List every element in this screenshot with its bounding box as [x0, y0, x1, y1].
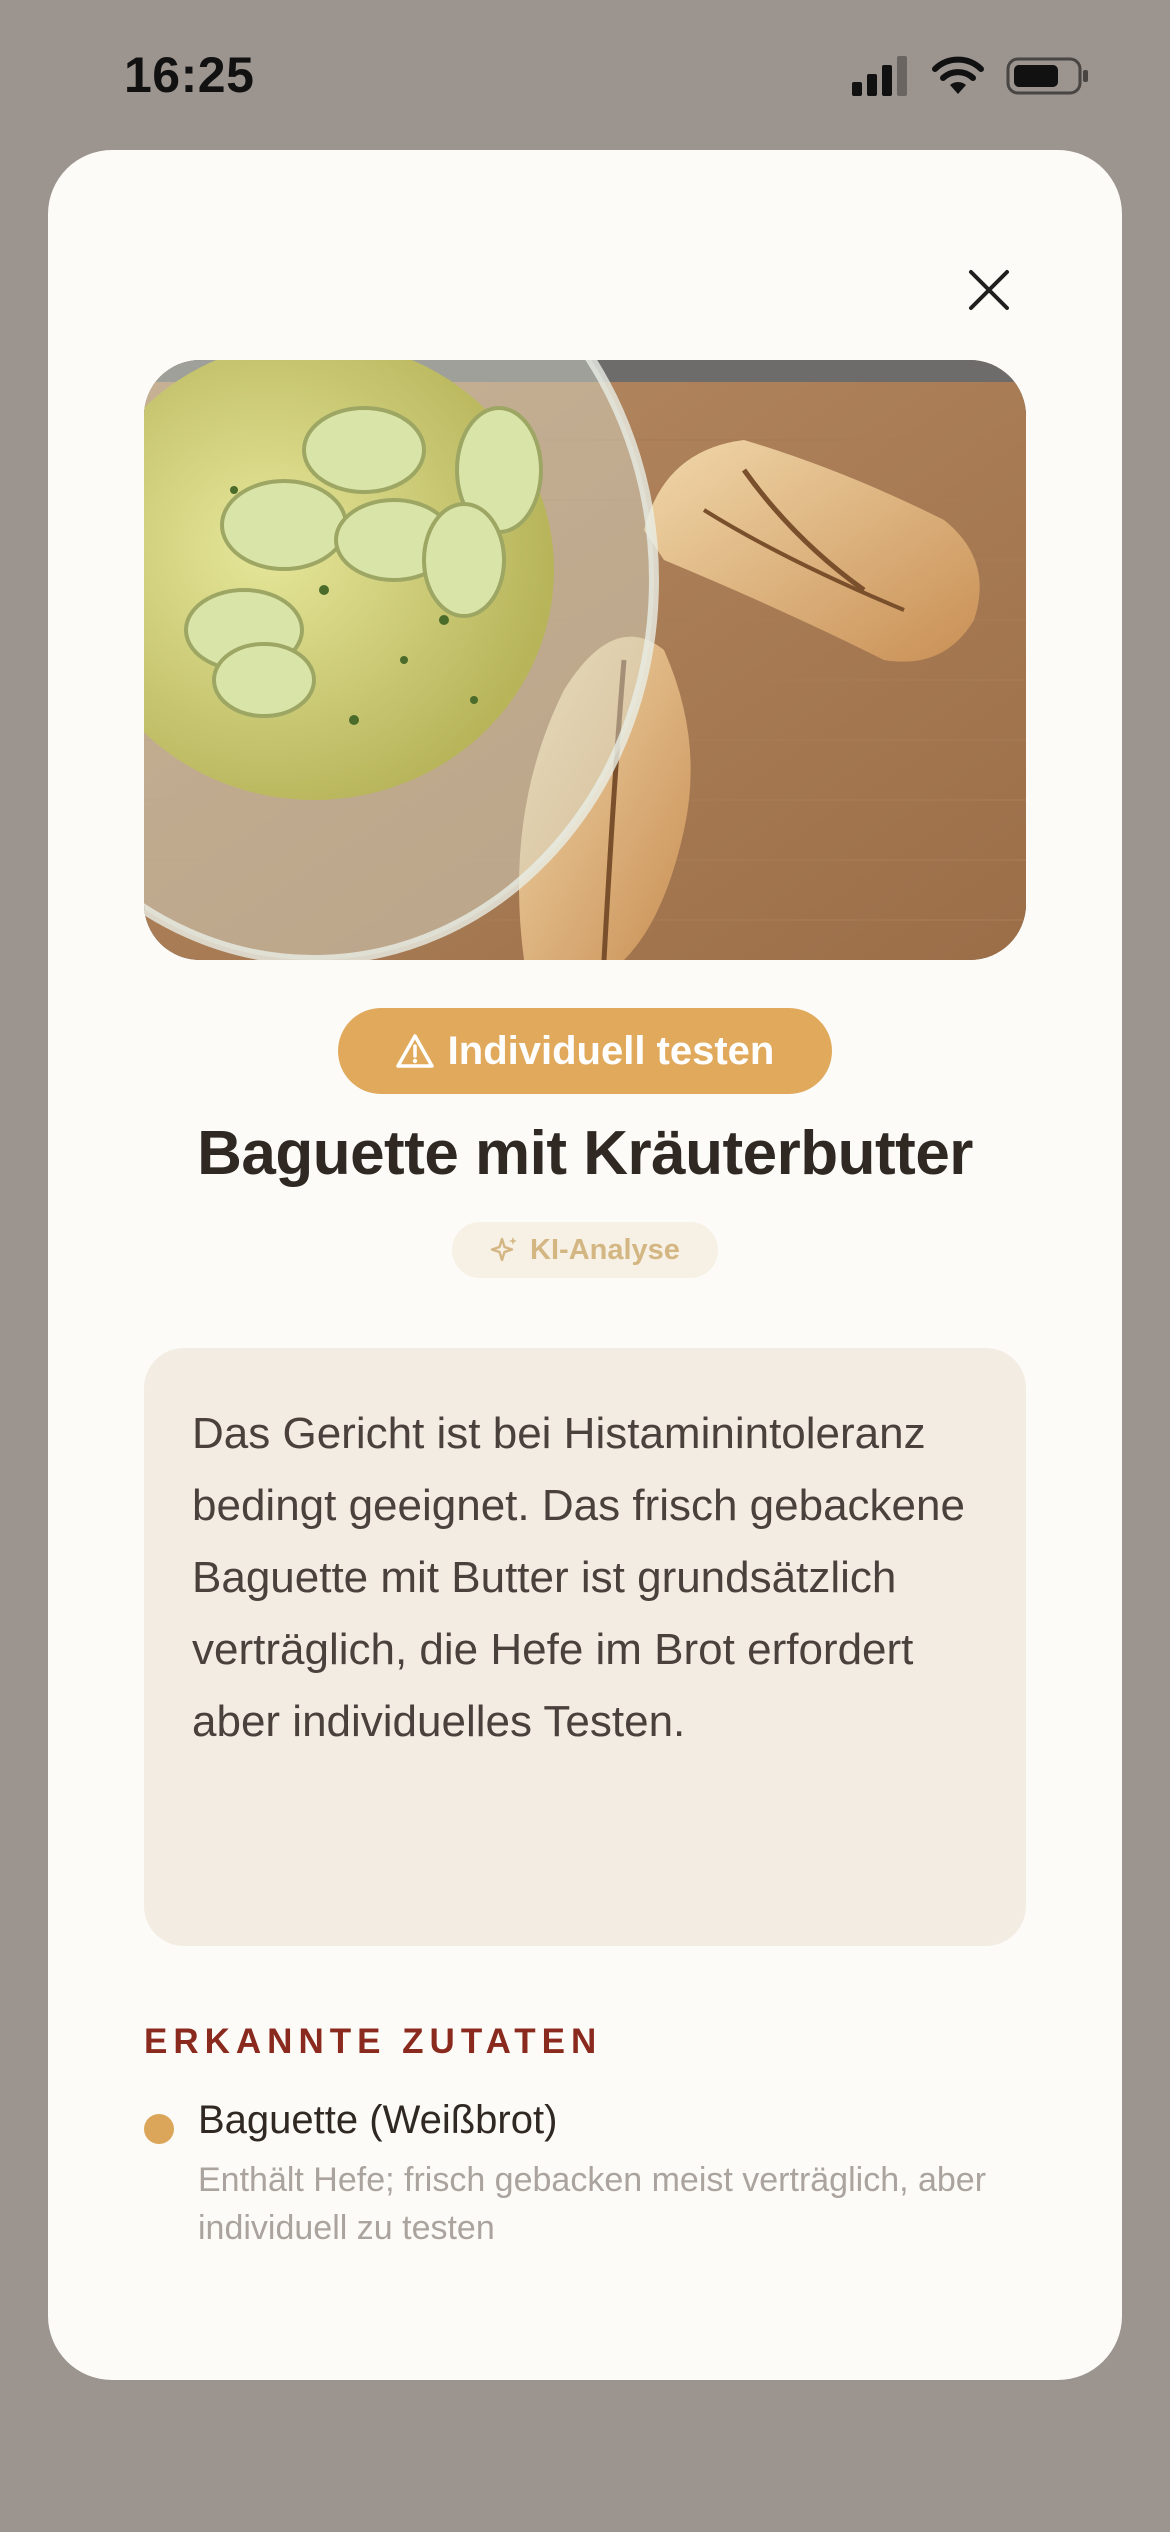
ki-analysis-chip: KI-Analyse [452, 1222, 718, 1278]
analysis-summary-text: Das Gericht ist bei Histaminintoleranz b… [192, 1409, 965, 1746]
wifi-icon [932, 56, 984, 101]
ingredient-name: Baguette (Weißbrot) [198, 2098, 558, 2142]
close-icon [969, 270, 1009, 310]
status-time: 16:25 [124, 47, 255, 103]
sparkle-icon [490, 1237, 518, 1262]
ingredient-description: Enthält Hefe; frisch gebacken meist vert… [198, 2161, 987, 2247]
status-icons [852, 56, 1090, 101]
ingredient-status-dot [144, 2114, 174, 2144]
ingredients-heading: ERKANNTE ZUTATEN [144, 2022, 603, 2061]
dish-detail-sheet: Individuell testen Baguette mit Kräuterb… [48, 150, 1122, 2380]
close-button[interactable] [951, 252, 1027, 328]
ki-analysis-label: KI-Analyse [530, 1233, 680, 1266]
status-bar: 16:25 [0, 0, 1170, 150]
dish-title: Baguette mit Kräuterbutter [197, 1119, 973, 1188]
status-badge: Individuell testen [338, 1008, 832, 1094]
battery-icon [1006, 56, 1090, 101]
warning-triangle-icon [395, 1034, 434, 1068]
status-badge-label: Individuell testen [447, 1028, 775, 1073]
cellular-signal-icon [852, 56, 910, 101]
dish-photo [144, 360, 1026, 960]
analysis-summary-card: Das Gericht ist bei Histaminintoleranz b… [144, 1348, 1026, 1946]
dish-photo-illustration [144, 360, 1026, 960]
